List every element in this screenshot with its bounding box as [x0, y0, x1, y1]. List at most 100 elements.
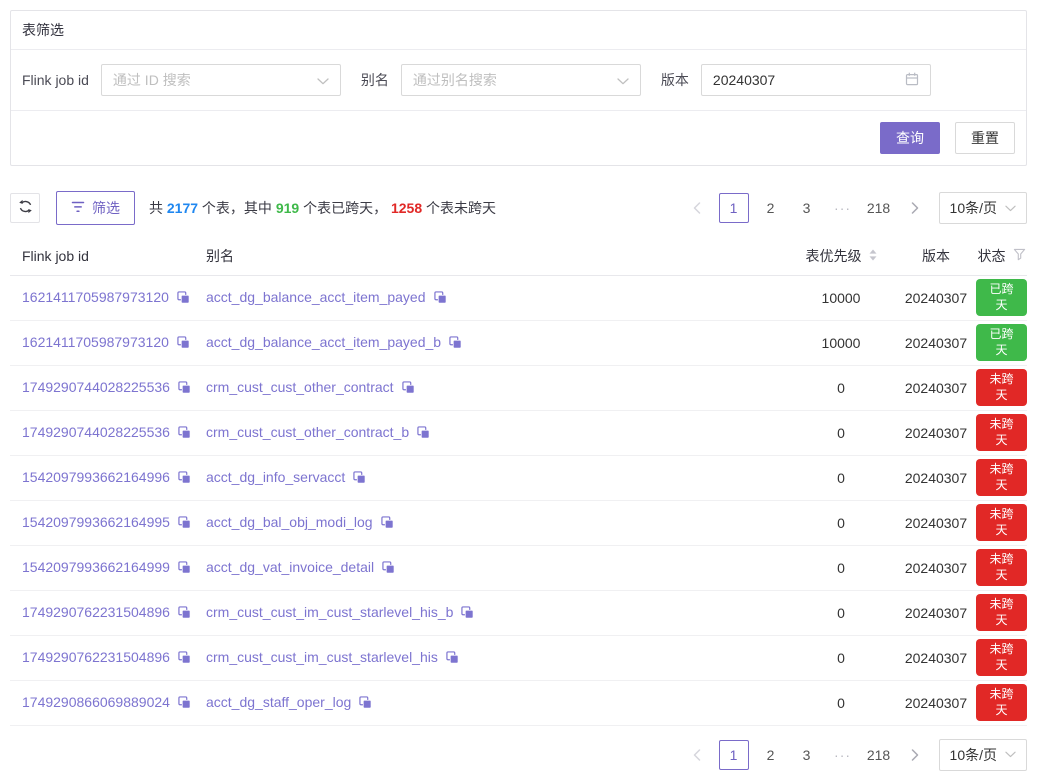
job-id-link[interactable]: 1542097993662164999 [22, 559, 170, 575]
job-id-link[interactable]: 1621411705987973120 [22, 334, 169, 350]
copy-icon[interactable] [449, 336, 462, 352]
copy-icon[interactable] [177, 291, 190, 307]
copy-icon[interactable] [178, 381, 191, 397]
filter-actions-row: 查询 重置 [11, 110, 1026, 165]
priority-header-label: 表优先级 [806, 246, 862, 266]
job-id-link[interactable]: 1542097993662164995 [22, 514, 170, 530]
filter-toggle-label: 筛选 [92, 198, 120, 218]
alias-link[interactable]: crm_cust_cust_other_contract_b [206, 424, 409, 440]
col-header-job-id: Flink job id [10, 237, 206, 275]
reset-button[interactable]: 重置 [955, 122, 1015, 154]
table-row: 1749290744028225536 crm_cust_cust_other_c… [10, 410, 1027, 455]
alias-link[interactable]: acct_dg_vat_invoice_detail [206, 559, 374, 575]
bottom-pagination: 123···218 10条/页 [10, 739, 1027, 771]
job-id-link[interactable]: 1621411705987973120 [22, 289, 169, 305]
table-row: 1621411705987973120 acct_dg_balance_acct_… [10, 275, 1027, 320]
copy-icon[interactable] [381, 516, 394, 532]
next-page-button[interactable] [901, 740, 929, 770]
page-button-3[interactable]: 3 [793, 740, 821, 770]
alias-link[interactable]: acct_dg_balance_acct_item_payed_b [206, 334, 441, 350]
copy-icon[interactable] [417, 426, 430, 442]
prev-page-button[interactable] [683, 740, 711, 770]
alias-link[interactable]: acct_dg_bal_obj_modi_log [206, 514, 373, 530]
page-button-3[interactable]: 3 [793, 193, 821, 223]
copy-icon[interactable] [178, 606, 191, 622]
priority-cell: 0 [786, 590, 896, 635]
page-button-1[interactable]: 1 [719, 193, 749, 223]
page-button-2[interactable]: 2 [757, 740, 785, 770]
version-cell: 20240307 [896, 545, 976, 590]
copy-icon[interactable] [178, 426, 191, 442]
job-id-select[interactable]: 通过 ID 搜索 [101, 64, 341, 96]
status-badge: 未跨天 [976, 639, 1027, 676]
table-row: 1542097993662164996 acct_dg_info_servacct… [10, 455, 1027, 500]
copy-icon[interactable] [382, 561, 395, 577]
page-button-218[interactable]: 218 [865, 740, 893, 770]
copy-icon[interactable] [461, 606, 474, 622]
copy-icon[interactable] [402, 381, 415, 397]
version-cell: 20240307 [896, 275, 976, 320]
status-badge: 未跨天 [976, 459, 1027, 496]
status-badge: 已跨天 [976, 324, 1027, 361]
table-header-row: Flink job id 别名 表优先级 版本 [10, 237, 1027, 275]
page-button-218[interactable]: 218 [865, 193, 893, 223]
table-row: 1542097993662164995 acct_dg_bal_obj_modi_… [10, 500, 1027, 545]
copy-icon[interactable] [178, 516, 191, 532]
copy-icon[interactable] [178, 651, 191, 667]
query-button[interactable]: 查询 [880, 122, 940, 154]
summary-prefix: 共 [149, 200, 167, 216]
status-badge: 未跨天 [976, 684, 1027, 721]
copy-icon[interactable] [353, 471, 366, 487]
col-header-priority: 表优先级 [786, 237, 896, 275]
alias-link[interactable]: acct_dg_staff_oper_log [206, 694, 351, 710]
page-button-1[interactable]: 1 [719, 740, 749, 770]
calendar-icon [905, 72, 919, 89]
next-page-button[interactable] [901, 193, 929, 223]
alias-link[interactable]: acct_dg_balance_acct_item_payed [206, 289, 426, 305]
alias-link[interactable]: crm_cust_cust_other_contract [206, 379, 394, 395]
job-id-link[interactable]: 1749290866069889024 [22, 694, 170, 710]
job-id-link[interactable]: 1749290744028225536 [22, 379, 170, 395]
refresh-button[interactable] [10, 193, 40, 223]
job-id-link[interactable]: 1749290744028225536 [22, 424, 170, 440]
pagination: 123···218 [675, 193, 929, 223]
copy-icon[interactable] [178, 696, 191, 712]
copy-icon[interactable] [178, 561, 191, 577]
filter-lines-icon [71, 200, 85, 216]
filter-toggle-button[interactable]: 筛选 [56, 191, 135, 225]
summary-seg3: 个表未跨天 [422, 200, 496, 216]
version-cell: 20240307 [896, 320, 976, 365]
sort-icon[interactable] [869, 248, 877, 264]
alias-link[interactable]: crm_cust_cust_im_cust_starlevel_his_b [206, 604, 453, 620]
job-id-field-group: Flink job id 通过 ID 搜索 [22, 64, 341, 96]
priority-cell: 0 [786, 410, 896, 455]
copy-icon[interactable] [434, 291, 447, 307]
copy-icon[interactable] [446, 651, 459, 667]
version-date-input[interactable]: 20240307 [701, 64, 931, 96]
page-size-select[interactable]: 10条/页 [939, 739, 1027, 771]
priority-cell: 0 [786, 635, 896, 680]
version-cell: 20240307 [896, 680, 976, 725]
version-cell: 20240307 [896, 365, 976, 410]
chevron-down-icon [317, 72, 329, 88]
table-row: 1749290762231504896 crm_cust_cust_im_cust… [10, 635, 1027, 680]
table-row: 1621411705987973120 acct_dg_balance_acct_… [10, 320, 1027, 365]
alias-select[interactable]: 通过别名搜索 [401, 64, 641, 96]
copy-icon[interactable] [359, 696, 372, 712]
job-id-link[interactable]: 1749290762231504896 [22, 649, 170, 665]
col-header-version: 版本 [896, 237, 976, 275]
funnel-filter-icon[interactable] [1013, 248, 1026, 264]
alias-link[interactable]: crm_cust_cust_im_cust_starlevel_his [206, 649, 438, 665]
job-id-link[interactable]: 1542097993662164996 [22, 469, 170, 485]
page-button-2[interactable]: 2 [757, 193, 785, 223]
prev-page-button[interactable] [683, 193, 711, 223]
priority-cell: 10000 [786, 320, 896, 365]
priority-cell: 0 [786, 365, 896, 410]
copy-icon[interactable] [177, 336, 190, 352]
alias-link[interactable]: acct_dg_info_servacct [206, 469, 345, 485]
job-id-link[interactable]: 1749290762231504896 [22, 604, 170, 620]
page-size-select[interactable]: 10条/页 [939, 192, 1027, 224]
chevron-down-icon [1005, 205, 1016, 212]
summary-not-crossed-count: 1258 [391, 200, 422, 216]
copy-icon[interactable] [178, 471, 191, 487]
